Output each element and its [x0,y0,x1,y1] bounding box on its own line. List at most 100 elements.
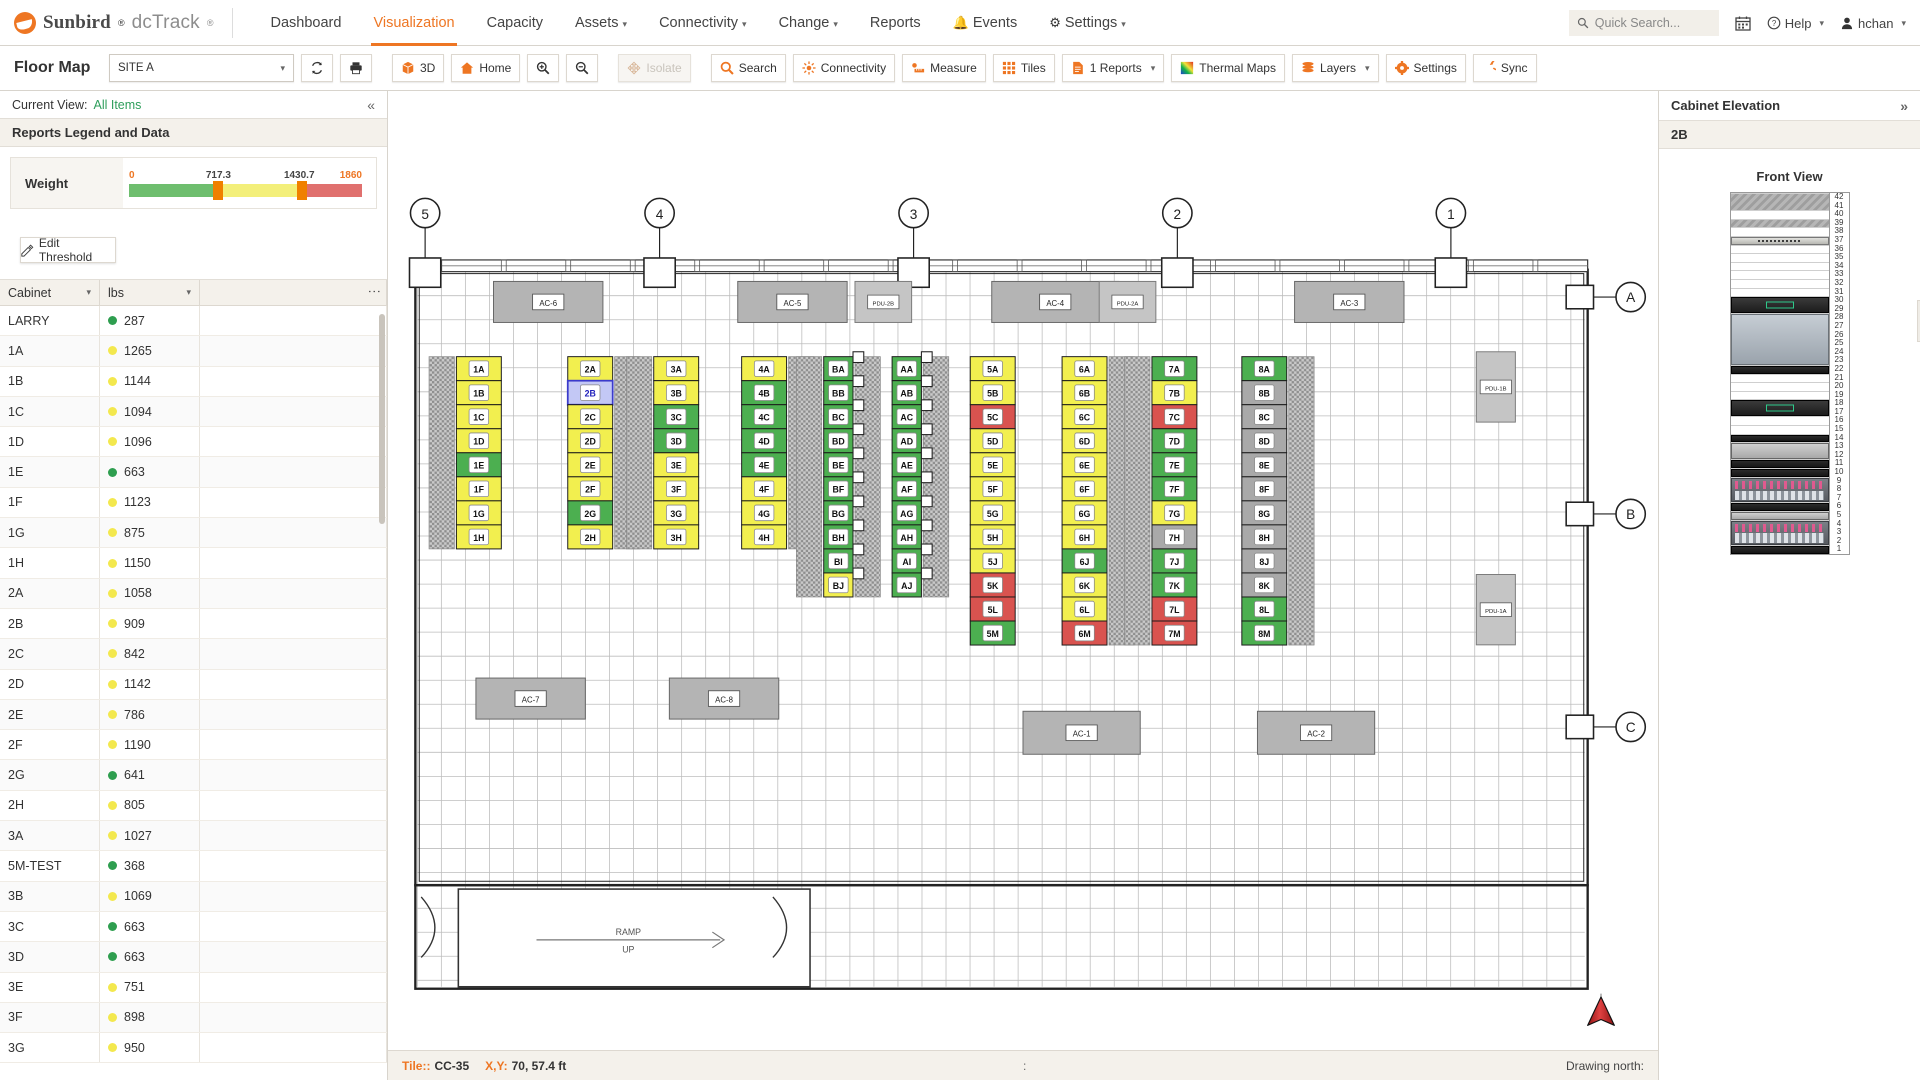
cabinet-6H[interactable]: 6H [1061,524,1108,550]
cabinet-BF[interactable]: BF [823,476,854,502]
collapse-right-panel-button[interactable]: » [1900,98,1908,114]
cabinet-6M[interactable]: 6M [1061,620,1108,646]
grid-col-lbs[interactable]: lbs ▾ [100,280,200,305]
cabinet-1A[interactable]: 1A [455,356,502,382]
cabinet-5J[interactable]: 5J [969,548,1016,574]
cabinet-2F[interactable]: 2F [567,476,614,502]
legend-handle-low[interactable] [212,180,223,200]
table-row[interactable]: 3D 663 [0,942,387,973]
connectivity-button[interactable]: Connectivity [792,54,896,82]
cabinet-AE[interactable]: AE [891,452,922,478]
cabinet-8D[interactable]: 8D [1241,428,1288,454]
cabinet-6G[interactable]: 6G [1061,500,1108,526]
rack-device[interactable]: 10 [1730,467,1849,477]
cabinet-5M[interactable]: 5M [969,620,1016,646]
table-row[interactable]: 3G 950 [0,1033,387,1064]
rack-device[interactable]: 23 24 25 26 27 28 [1730,313,1849,365]
table-row[interactable]: 3F 898 [0,1002,387,1034]
rack-device[interactable]: 14 [1730,433,1849,443]
zoom-out-button[interactable] [566,54,599,82]
crac-unit[interactable]: AC-2 [1256,710,1376,755]
rack-device[interactable]: 789 [1730,476,1849,503]
nav-item-assets[interactable]: Assets ▾ [559,0,643,46]
cabinet-1C[interactable]: 1C [455,404,502,430]
cabinet-1H[interactable]: 1H [455,524,502,550]
cabinet-8H[interactable]: 8H [1241,524,1288,550]
cabinet-5K[interactable]: 5K [969,572,1016,598]
rack-device[interactable]: 5 [1730,510,1849,520]
table-row[interactable]: 1A 1265 [0,336,387,367]
cabinet-8B[interactable]: 8B [1241,380,1288,406]
cabinet-AC[interactable]: AC [891,404,922,430]
table-row[interactable]: 2C 842 [0,639,387,670]
nav-item-events[interactable]: 🔔 Events [937,0,1034,46]
cabinet-8M[interactable]: 8M [1241,620,1288,646]
nav-item-dashboard[interactable]: Dashboard [255,0,358,46]
cabinet-6D[interactable]: 6D [1061,428,1108,454]
pdu-unit[interactable]: PDU-1B [1475,351,1516,423]
rack-device[interactable]: 6 [1730,502,1849,512]
cabinet-4B[interactable]: 4B [741,380,788,406]
cabinet-3E[interactable]: 3E [653,452,700,478]
map-settings-button[interactable]: Settings [1385,54,1466,82]
nav-item-reports[interactable]: Reports [854,0,937,46]
cabinet-5C[interactable]: 5C [969,404,1016,430]
cabinet-6L[interactable]: 6L [1061,596,1108,622]
table-row[interactable]: 2A 1058 [0,578,387,609]
cabinet-8G[interactable]: 8G [1241,500,1288,526]
cabinet-7A[interactable]: 7A [1151,356,1198,382]
nav-item-settings[interactable]: ⚙ Settings ▾ [1033,0,1142,46]
table-row[interactable]: 1B 1144 [0,366,387,397]
cabinet-3C[interactable]: 3C [653,404,700,430]
current-view-value[interactable]: All Items [94,98,142,112]
cabinet-5A[interactable]: 5A [969,356,1016,382]
rack-device[interactable]: 234 [1730,519,1849,546]
cabinet-BH[interactable]: BH [823,524,854,550]
search-button[interactable]: Search [710,54,786,82]
crac-unit[interactable]: AC-7 [475,677,586,720]
cabinet-3A[interactable]: 3A [653,356,700,382]
cabinet-5B[interactable]: 5B [969,380,1016,406]
table-row[interactable]: 2B 909 [0,608,387,640]
cabinet-1G[interactable]: 1G [455,500,502,526]
table-row[interactable]: 1H 1150 [0,548,387,579]
cabinet-7B[interactable]: 7B [1151,380,1198,406]
rack-device[interactable]: 29 30 [1730,296,1849,314]
sync-button[interactable]: Sync [1472,54,1537,82]
rack-device[interactable]: 39 [1730,218,1849,228]
table-row[interactable]: LARRY 287 [0,306,387,337]
cabinet-AA[interactable]: AA [891,356,922,382]
cabinet-6F[interactable]: 6F [1061,476,1108,502]
rack-device[interactable]: 12 13 [1730,442,1849,460]
cabinet-2C[interactable]: 2C [567,404,614,430]
table-row[interactable]: 3C 663 [0,911,387,943]
cabinet-7E[interactable]: 7E [1151,452,1198,478]
cabinet-2G[interactable]: 2G [567,500,614,526]
cabinet-1E[interactable]: 1E [455,452,502,478]
rack-device[interactable]: 17 18 [1730,399,1849,417]
table-row[interactable]: 1E 663 [0,457,387,488]
table-row[interactable]: 3B 1069 [0,881,387,912]
crac-unit[interactable]: AC-6 [493,280,604,323]
table-row[interactable]: 1D 1096 [0,427,387,458]
layers-button[interactable]: Layers ▾ [1291,54,1379,82]
rack-device[interactable]: 41 42 [1730,192,1849,211]
table-row[interactable]: 1G 875 [0,518,387,549]
crac-unit[interactable]: AC-1 [1022,710,1141,755]
pdu-unit[interactable]: PDU-2A [1098,280,1157,323]
cabinet-8E[interactable]: 8E [1241,452,1288,478]
cabinet-3G[interactable]: 3G [653,500,700,526]
cabinet-7F[interactable]: 7F [1151,476,1198,502]
cabinet-7C[interactable]: 7C [1151,404,1198,430]
cabinet-4C[interactable]: 4C [741,404,788,430]
cabinet-2A[interactable]: 2A [567,356,614,382]
user-menu[interactable]: hchan ▾ [1840,16,1906,31]
cabinet-4G[interactable]: 4G [741,500,788,526]
cabinet-7K[interactable]: 7K [1151,572,1198,598]
table-row[interactable]: 3A 1027 [0,821,387,852]
table-row[interactable]: 2G 641 [0,760,387,791]
help-menu[interactable]: ? Help ▾ [1767,16,1824,31]
cabinet-6A[interactable]: 6A [1061,356,1108,382]
measure-button[interactable]: Measure [902,54,986,82]
cabinet-5G[interactable]: 5G [969,500,1016,526]
